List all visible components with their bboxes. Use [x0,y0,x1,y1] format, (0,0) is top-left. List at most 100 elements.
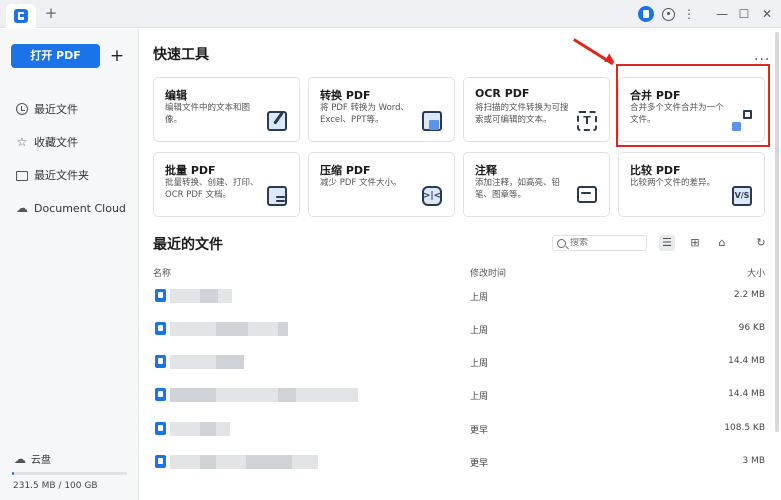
pdf-file-icon [155,355,166,368]
row-size: 3 MB [742,456,765,466]
tool-card-desc: 添加注释，如高亮、铅笔、图章等。 [475,178,561,200]
row-size: 2.2 MB [733,290,765,300]
convert-icon [420,109,444,133]
search-icon [557,238,566,248]
more-menu-button[interactable]: ⋮ [681,6,697,22]
tool-card-compare[interactable]: 比较 PDF 比较两个文件的差异。 V/S [618,152,765,217]
cloud-drive-icon: ☁ [14,451,26,466]
search-box[interactable] [552,235,647,251]
tool-card-title: OCR PDF [475,87,530,100]
pdf-file-icon [155,289,166,302]
tool-card-title: 转换 PDF [320,89,371,102]
row-size: 108.5 KB [724,423,765,433]
row-size: 14.4 MB [728,389,765,399]
column-header-name[interactable]: 名称 [153,266,171,279]
tool-card-desc: 比较两个文件的差异。 [630,178,716,188]
new-tab-button[interactable]: + [43,5,59,21]
row-modified: 上周 [470,392,489,402]
sidebar: 打开 PDF + 最近文件 ☆ 收藏文件 最近文件夹 ☁ Document Cl… [0,29,139,500]
sidebar-item-label: 收藏文件 [34,136,78,149]
pdf-file-icon [155,388,166,401]
column-header-modified[interactable]: 修改时间 [470,266,506,279]
notification-icon[interactable] [662,8,675,21]
account-icon[interactable] [638,6,654,22]
tool-card-compress[interactable]: 压缩 PDF 减少 PDF 文件大小。 >|< [308,152,455,217]
delete-icon[interactable]: ⌂ [714,235,730,251]
tool-card-ocr[interactable]: OCR PDF 将扫描的文件转换为可搜索或可编辑的文本。 T [463,77,610,142]
tool-card-title: 批量 PDF [165,164,216,177]
sidebar-item-starred[interactable]: ☆ 收藏文件 [16,133,78,151]
ocr-icon: T [575,109,599,133]
row-modified: 上周 [470,359,489,369]
search-input[interactable] [570,238,640,248]
create-button[interactable]: + [108,44,126,68]
pdf-file-icon [155,422,166,435]
compress-icon: >|< [420,184,444,208]
row-modified: 上周 [470,293,489,303]
storage-bar [12,472,127,475]
tool-card-desc: 将扫描的文件转换为可搜索或可编辑的文本。 [475,103,569,125]
cloud-icon: ☁ [16,201,28,215]
folder-icon [16,171,28,181]
tool-card-title: 注释 [475,164,497,177]
tool-card-desc: 编辑文件中的文本和图像。 [165,103,251,125]
table-row[interactable]: 更早 3 MB [150,447,770,477]
tool-card-comment[interactable]: 注释 添加注释，如高亮、铅笔、图章等。 [463,152,610,217]
maximize-button[interactable]: ☐ [736,6,752,22]
sidebar-item-recent-folders[interactable]: 最近文件夹 [16,166,89,184]
storage-bar-fill [12,472,15,475]
cloud-drive-label[interactable]: ☁ 云盘 [14,451,51,467]
sidebar-item-label: 最近文件夹 [34,169,89,182]
table-row[interactable]: 上周 14.4 MB [150,380,770,410]
tool-card-desc: 将 PDF 转换为 Word、Excel、PPT等。 [320,103,410,125]
tool-card-title: 比较 PDF [630,164,681,177]
app-logo-icon [14,9,28,23]
sidebar-item-label: 最近文件 [34,103,78,116]
edit-icon [265,109,289,133]
table-row[interactable]: 上周 96 KB [150,314,770,344]
row-modified: 上周 [470,326,489,336]
scrollbar[interactable] [775,32,779,432]
minimize-button[interactable]: — [714,6,730,22]
tool-card-edit[interactable]: 编辑 编辑文件中的文本和图像。 [153,77,300,142]
grid-view-button[interactable]: ⊞ [687,235,703,251]
comment-icon [575,184,599,208]
tool-card-desc: 批量转换、创建、打印、OCR PDF 文档。 [165,178,259,200]
quick-tools-more-button[interactable]: ... [754,48,770,64]
batch-icon [265,184,289,208]
storage-usage: 231.5 MB / 100 GB [13,481,98,491]
row-size: 14.4 MB [728,356,765,366]
title-bar: + ⋮ — ☐ ✕ [0,0,781,28]
file-name-redacted [170,447,318,477]
refresh-icon[interactable]: ↻ [753,235,769,251]
file-name-redacted [170,281,232,311]
column-header-size[interactable]: 大小 [747,266,765,279]
highlight-annotation [616,64,770,147]
tool-card-desc: 减少 PDF 文件大小。 [320,178,402,188]
file-name-redacted [170,314,288,344]
close-button[interactable]: ✕ [759,6,775,22]
file-name-redacted [170,380,358,410]
file-name-redacted [170,347,244,377]
clock-icon [16,103,28,115]
tool-card-title: 压缩 PDF [320,164,371,177]
table-row[interactable]: 上周 2.2 MB [150,281,770,311]
quick-tools-title: 快速工具 [153,47,209,63]
open-pdf-button[interactable]: 打开 PDF [11,44,100,68]
table-row[interactable]: 更早 108.5 KB [150,414,770,444]
list-view-button[interactable]: ☰ [659,235,675,251]
table-row[interactable]: 上周 14.4 MB [150,347,770,377]
pdf-file-icon [155,455,166,468]
row-size: 96 KB [738,323,765,333]
row-modified: 更早 [470,459,489,469]
sidebar-item-document-cloud[interactable]: ☁ Document Cloud [16,199,126,217]
tool-card-convert[interactable]: 转换 PDF 将 PDF 转换为 Word、Excel、PPT等。 [308,77,455,142]
tool-card-title: 编辑 [165,89,187,102]
sidebar-item-label: Document Cloud [34,201,126,215]
recent-files-title: 最近的文件 [153,237,223,253]
tool-card-batch[interactable]: 批量 PDF 批量转换、创建、打印、OCR PDF 文档。 [153,152,300,217]
pdf-file-icon [155,322,166,335]
sidebar-item-recent-files[interactable]: 最近文件 [16,100,78,118]
home-tab[interactable] [6,4,36,28]
star-icon: ☆ [16,135,28,149]
